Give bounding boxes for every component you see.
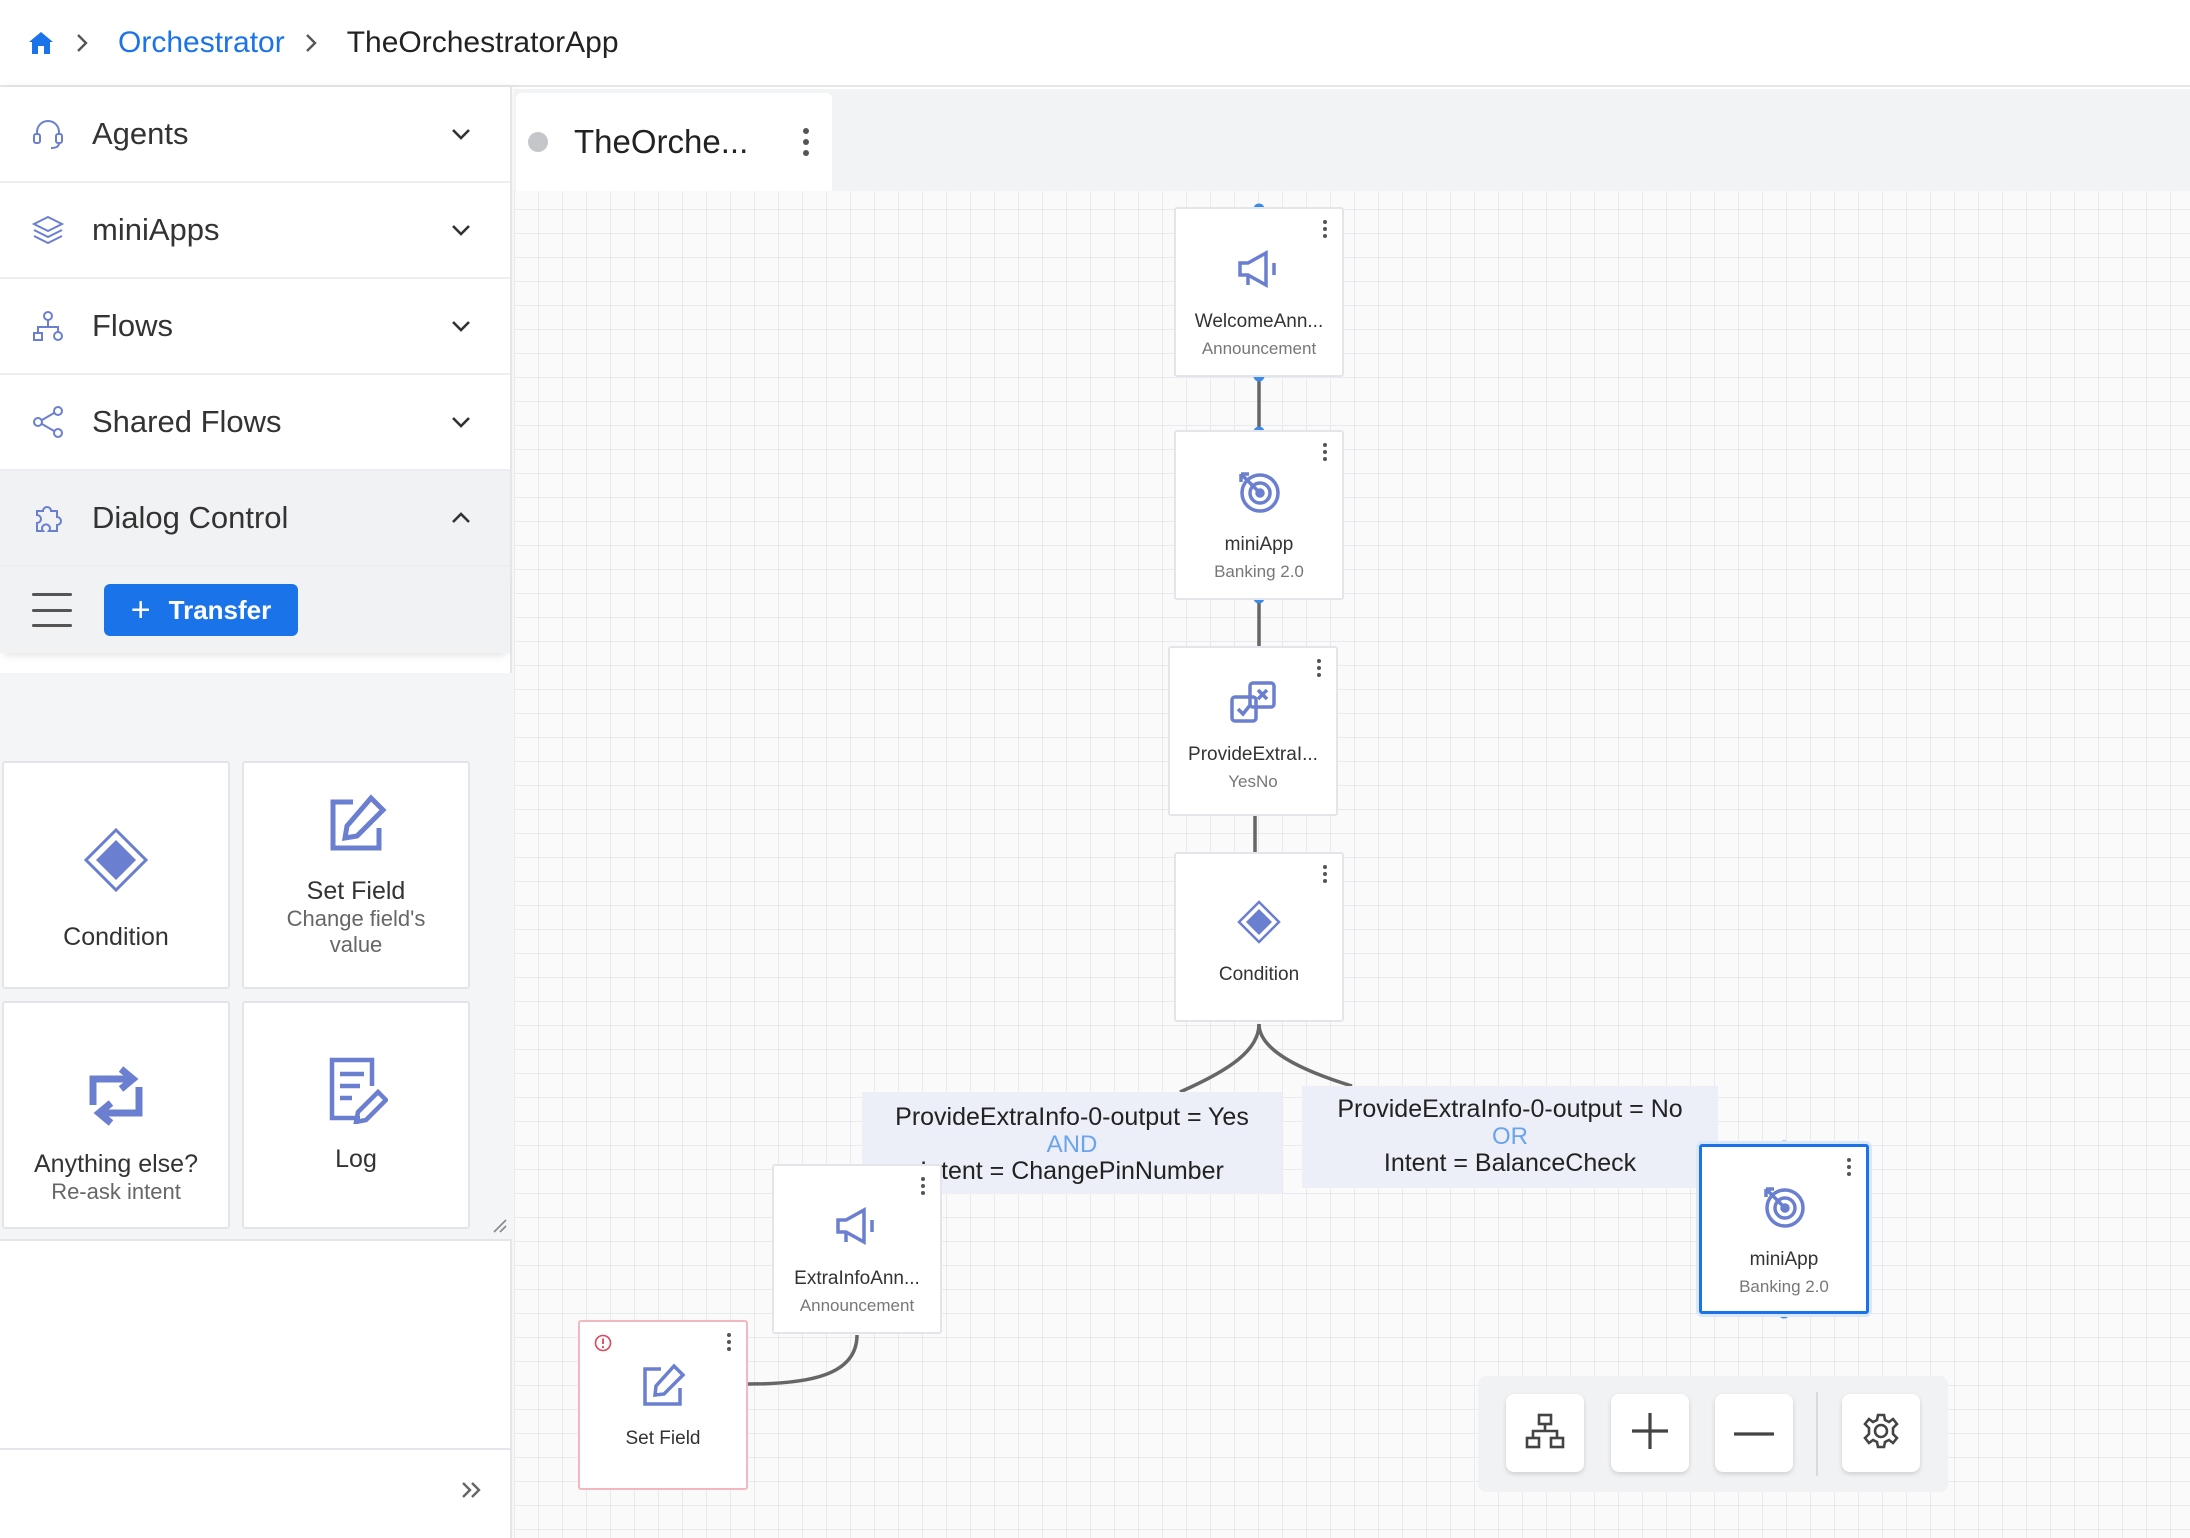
error-icon: [594, 1334, 612, 1357]
node-miniapp-banking-2[interactable]: miniApp Banking 2.0: [1699, 1144, 1869, 1314]
node-title: ExtraInfoAnn...: [794, 1268, 920, 1289]
kebab-menu-icon[interactable]: [726, 1332, 732, 1357]
edit-icon: [639, 1362, 687, 1410]
megaphone-icon: [833, 1202, 881, 1250]
plus-icon: [1630, 1411, 1670, 1456]
node-condition[interactable]: Condition: [1174, 852, 1344, 1022]
settings-button[interactable]: [1842, 1394, 1920, 1472]
node-title: Set Field: [625, 1428, 701, 1449]
auto-layout-button[interactable]: [1506, 1394, 1584, 1472]
condition-line: ProvideExtraInfo-0-output = Yes: [895, 1103, 1249, 1131]
divider: [1816, 1392, 1818, 1476]
target-icon: [1235, 468, 1283, 516]
diamond-icon: [1235, 898, 1283, 946]
yes-no-icon: [1229, 678, 1277, 726]
kebab-menu-icon[interactable]: [1322, 864, 1328, 889]
target-icon: [1760, 1183, 1808, 1231]
zoom-out-button[interactable]: [1715, 1394, 1793, 1472]
zoom-in-button[interactable]: [1611, 1394, 1689, 1472]
node-title: WelcomeAnn...: [1194, 311, 1324, 332]
node-type: Announcement: [799, 1296, 915, 1315]
node-type: Banking 2.0: [1739, 1277, 1829, 1296]
node-title: miniApp: [1224, 534, 1294, 555]
kebab-menu-icon[interactable]: [1322, 219, 1328, 244]
kebab-menu-icon[interactable]: [1322, 442, 1328, 467]
node-welcome-announcement[interactable]: WelcomeAnn... Announcement: [1174, 207, 1344, 377]
gear-icon: [1862, 1412, 1900, 1455]
node-provide-extra-info[interactable]: ProvideExtraI... YesNo: [1168, 646, 1338, 816]
node-type: YesNo: [1228, 772, 1278, 791]
node-type: Banking 2.0: [1214, 562, 1304, 581]
minus-icon: [1733, 1424, 1775, 1442]
condition-operator: AND: [1046, 1130, 1098, 1158]
node-set-field[interactable]: Set Field: [578, 1320, 748, 1490]
node-title: ProvideExtraI...: [1188, 744, 1318, 765]
condition-label-no[interactable]: ProvideExtraInfo-0-output = No OR Intent…: [1302, 1086, 1718, 1188]
condition-operator: OR: [1492, 1122, 1528, 1150]
node-extra-info-announcement[interactable]: ExtraInfoAnn... Announcement: [772, 1164, 942, 1334]
node-title: Condition: [1218, 964, 1300, 985]
condition-line: ProvideExtraInfo-0-output = No: [1337, 1095, 1683, 1123]
kebab-menu-icon[interactable]: [1316, 658, 1322, 683]
node-title: miniApp: [1749, 1249, 1819, 1270]
kebab-menu-icon[interactable]: [1846, 1157, 1852, 1182]
megaphone-icon: [1235, 245, 1283, 293]
hierarchy-icon: [1525, 1413, 1565, 1454]
canvas-controls: [1478, 1376, 1948, 1492]
kebab-menu-icon[interactable]: [920, 1176, 926, 1201]
condition-line: Intent = BalanceCheck: [1383, 1148, 1637, 1177]
node-type: Announcement: [1201, 339, 1317, 358]
node-miniapp-banking[interactable]: miniApp Banking 2.0: [1174, 430, 1344, 600]
